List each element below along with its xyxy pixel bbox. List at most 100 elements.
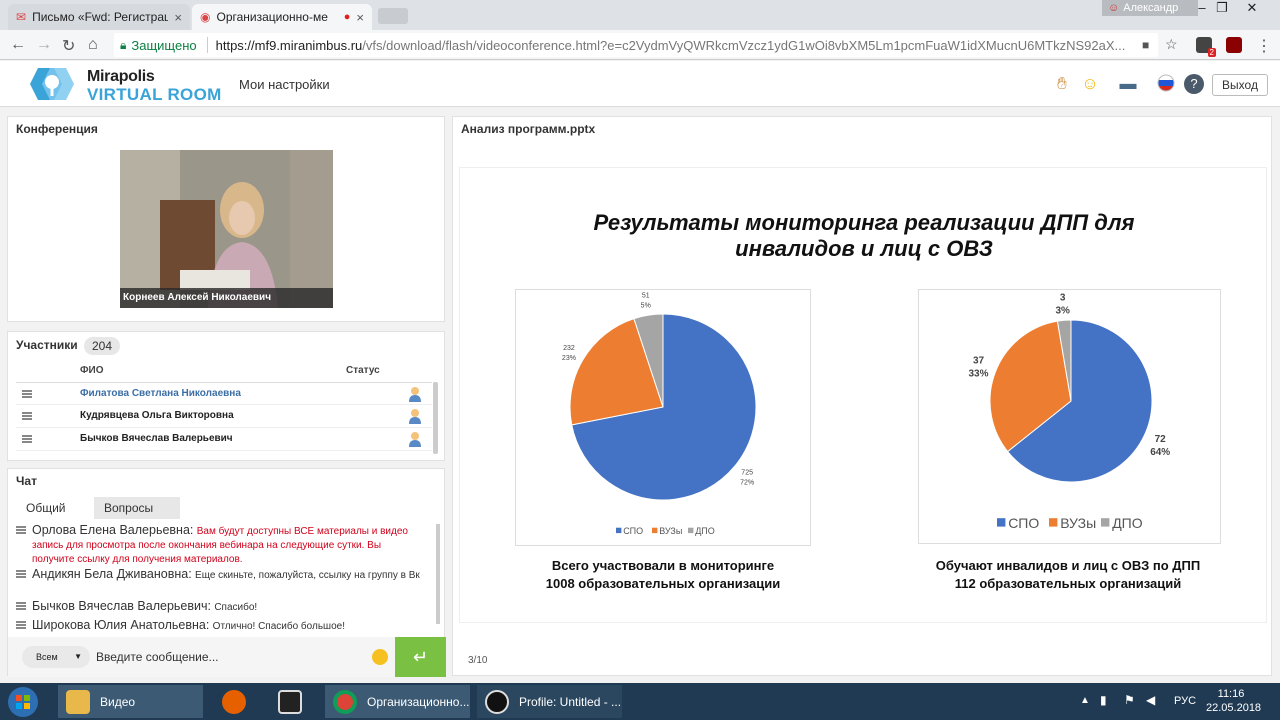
presentation-panel: Анализ программ.pptx Результаты монитори… [452, 116, 1272, 676]
row-menu-icon[interactable] [22, 390, 32, 398]
start-button[interactable] [6, 685, 46, 718]
lock-icon: 🔒︎ [120, 37, 127, 52]
taskbar-item-chrome[interactable]: Организационно... [325, 685, 470, 718]
address-bar[interactable]: 🔒︎ Защищено https://mf9.miranimbus.ru /v… [114, 33, 1158, 57]
tray-flag-icon[interactable]: ⚑ [1124, 693, 1135, 707]
brand-subtitle: VIRTUAL ROOM [87, 85, 222, 104]
recipient-value: Всем [36, 652, 58, 662]
obs-icon [485, 689, 509, 714]
taskbar-item-obs[interactable]: Profile: Untitled - ... [477, 685, 622, 718]
conference-title: Конференция [16, 122, 98, 136]
speaker-name: Корнеев Алексей Николаевич [120, 288, 333, 308]
message-author: Андикян Бела Дживановна: [32, 567, 192, 581]
camera-icon[interactable]: ■ [1142, 38, 1149, 52]
emoji-icon[interactable]: ☺ [1080, 74, 1100, 94]
tab-general[interactable]: Общий [16, 497, 76, 519]
reload-icon[interactable]: ↻ [62, 36, 75, 56]
chat-message: Орлова Елена Валерьевна: Вам будут досту… [16, 524, 421, 566]
app-header: Mirapolis VIRTUAL ROOM Мои настройки ✋︎ … [0, 61, 1280, 107]
legend-swatch [1101, 518, 1110, 527]
participants-scrollbar[interactable] [433, 382, 438, 454]
tab-close-icon[interactable]: × [174, 10, 182, 25]
participants-panel: Участники 204 ФИО Статус Филатова Светла… [7, 331, 445, 461]
new-tab-button[interactable] [378, 8, 408, 24]
row-menu-icon[interactable] [22, 412, 32, 420]
chat-message: Бычков Вячеслав Валерьевич: Спасибо! [16, 600, 421, 614]
chart-caption-line2: 1008 образовательных организации [545, 576, 781, 591]
data-label-percent: 5% [641, 302, 651, 309]
legend-label: ДПО [695, 526, 715, 536]
taskbar-film[interactable] [270, 685, 314, 718]
extension-icon[interactable]: 2 [1196, 37, 1216, 57]
message-menu-icon[interactable] [16, 602, 26, 610]
tray-network-icon[interactable]: ▮ [1100, 693, 1107, 707]
conference-panel: Конференция Корнеев Алексей Николаевич [7, 116, 445, 322]
video-feed[interactable]: Корнеев Алексей Николаевич [120, 150, 333, 308]
mirapolis-logo-icon [30, 68, 74, 100]
send-button[interactable]: ↵ [395, 637, 446, 677]
participant-row[interactable]: Кудрявцева Ольга Викторовна [16, 405, 432, 428]
window-profile-badge[interactable]: ☺ Александр [1102, 0, 1198, 16]
home-icon[interactable]: ⌂ [88, 36, 98, 54]
participant-row[interactable]: Филатова Светлана Николаевна [16, 382, 432, 405]
divider [206, 37, 208, 53]
tab-title: Письмо «Fwd: Регистрац [32, 10, 169, 24]
browser-tab-strip: ✉ Письмо «Fwd: Регистрац × ◉ Организацио… [0, 0, 1280, 30]
forward-icon[interactable]: → [36, 36, 52, 54]
message-menu-icon[interactable] [16, 526, 26, 534]
row-menu-icon[interactable] [22, 435, 32, 443]
message-menu-icon[interactable] [16, 621, 26, 629]
message-input[interactable]: Введите сообщение... [96, 646, 366, 668]
ublock-icon[interactable] [1226, 37, 1242, 53]
tray-volume-icon[interactable]: ◀ [1146, 693, 1155, 707]
participant-name: Филатова Светлана Николаевна [80, 388, 241, 399]
my-settings-link[interactable]: Мои настройки [239, 77, 330, 92]
menu-dots-icon[interactable]: ⋮ [1256, 36, 1272, 56]
browser-tab-mail[interactable]: ✉ Письмо «Fwd: Регистрац × [8, 4, 190, 30]
brand-name: Mirapolis [87, 68, 155, 85]
restore-icon[interactable]: ❐ [1208, 0, 1236, 16]
message-text: Отлично! Спасибо большое! [212, 621, 345, 632]
emoji-picker-icon[interactable] [372, 649, 388, 665]
data-label-value: 232 [563, 345, 575, 352]
folder-icon[interactable]: ▬ [1118, 74, 1138, 94]
data-label-value: 725 [741, 469, 753, 476]
clock-time: 11:16 [1217, 688, 1245, 700]
tab-questions[interactable]: Вопросы [94, 497, 180, 519]
bookmark-star-icon[interactable]: ☆ [1165, 36, 1178, 53]
message-text: Спасибо! [214, 602, 258, 613]
slide-title-line2: инвалидов и лиц с ОВЗ [735, 236, 993, 261]
user-status-icon [409, 409, 421, 424]
back-icon[interactable]: ← [10, 36, 26, 54]
data-label-value: 3 [1060, 292, 1066, 303]
participant-row[interactable]: Бычков Вячеслав Валерьевич [16, 428, 432, 451]
help-icon[interactable]: ? [1184, 74, 1204, 94]
column-header-status[interactable]: Статус [346, 365, 380, 376]
legend-swatch [1049, 518, 1058, 527]
taskbar-firefox[interactable] [214, 685, 258, 718]
language-indicator[interactable]: РУС [1174, 695, 1196, 707]
close-window-icon[interactable]: ✕ [1238, 0, 1266, 16]
tab-close-icon[interactable]: × [356, 10, 364, 25]
legend-label: ВУЗы [659, 526, 682, 536]
tray-arrow-icon[interactable]: ▲ [1080, 695, 1090, 706]
legend-swatch [688, 527, 694, 534]
language-flag-icon[interactable] [1156, 74, 1176, 94]
taskbar-item-video[interactable]: Видео [58, 685, 203, 718]
legend-swatch [652, 527, 658, 534]
legend-swatch [997, 518, 1006, 527]
message-author: Орлова Елена Валерьевна: [32, 523, 194, 537]
clock[interactable]: 11:16 22.05.2018 [1206, 687, 1261, 715]
participant-name: Бычков Вячеслав Валерьевич [80, 433, 233, 444]
browser-tab-active[interactable]: ◉ Организационно-ме ● × [192, 4, 372, 30]
raise-hand-icon[interactable]: ✋︎ [1052, 74, 1072, 94]
chat-scrollbar[interactable] [436, 524, 440, 624]
chart-caption-line1: Обучают инвалидов и лиц с ОВЗ по ДПП [935, 558, 1201, 573]
recipient-select[interactable]: Всем ▼ [22, 646, 90, 668]
data-label-percent: 3% [1055, 305, 1070, 316]
chat-input-bar: Всем ▼ Введите сообщение... ↵ [8, 637, 446, 677]
column-header-name[interactable]: ФИО [80, 365, 104, 376]
logout-button[interactable]: Выход [1212, 74, 1268, 96]
message-menu-icon[interactable] [16, 570, 26, 578]
chat-message: Широкова Юлия Анатольевна: Отлично! Спас… [16, 619, 421, 633]
